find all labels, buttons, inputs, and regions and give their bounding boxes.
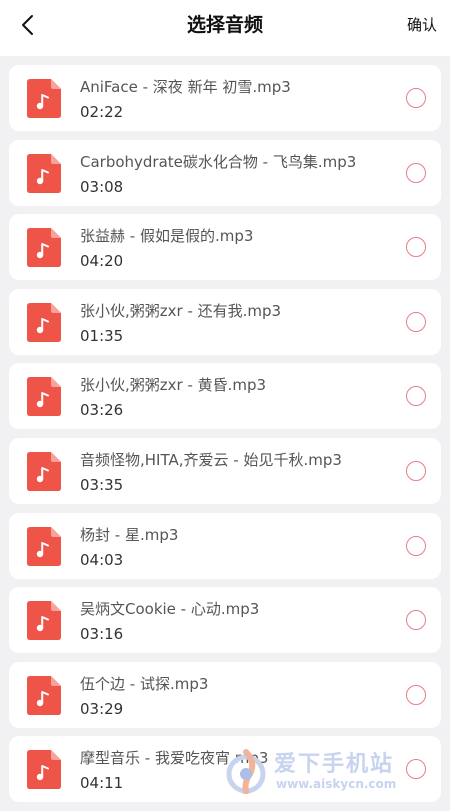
audio-list: AniFace - 深夜 新年 初雪.mp3 02:22 Carbohydrat… bbox=[9, 65, 441, 811]
radio-unchecked-icon[interactable] bbox=[406, 311, 426, 332]
audio-duration: 04:11 bbox=[80, 774, 124, 793]
audio-list-item[interactable]: 张小伙,粥粥zxr - 黄昏.mp3 03:26 bbox=[9, 363, 441, 430]
audio-file-name: 张小伙,粥粥zxr - 黄昏.mp3 bbox=[80, 376, 267, 395]
audio-list-item[interactable]: 张小伙,粥粥zxr - 还有我.mp3 01:35 bbox=[9, 288, 441, 355]
music-file-icon bbox=[27, 377, 61, 417]
audio-file-name: Carbohydrate碳水化合物 - 飞鸟集.mp3 bbox=[80, 152, 357, 171]
audio-list-item[interactable]: 杨封 - 星.mp3 04:03 bbox=[9, 512, 441, 579]
audio-duration: 03:16 bbox=[80, 625, 124, 644]
confirm-button[interactable]: 确认 bbox=[407, 0, 437, 50]
audio-list-item[interactable]: 音频怪物,HITA,齐爱云 - 始见千秋.mp3 03:35 bbox=[9, 437, 441, 504]
radio-unchecked-icon[interactable] bbox=[406, 162, 426, 183]
radio-unchecked-icon[interactable] bbox=[406, 237, 426, 258]
music-file-icon bbox=[27, 750, 61, 790]
music-file-icon bbox=[27, 526, 61, 566]
audio-duration: 03:35 bbox=[80, 475, 124, 494]
music-file-icon bbox=[27, 675, 61, 715]
audio-file-name: 吴炳文Cookie - 心动.mp3 bbox=[80, 600, 260, 619]
audio-file-name: 杨封 - 星.mp3 bbox=[80, 525, 179, 544]
audio-duration: 04:03 bbox=[80, 550, 124, 569]
audio-duration: 01:35 bbox=[80, 326, 124, 345]
music-file-icon bbox=[27, 601, 61, 641]
site-watermark: 爱下手机站 www.aiskycn.com bbox=[222, 746, 442, 798]
audio-duration: 03:29 bbox=[80, 699, 124, 718]
audio-list-item[interactable]: Carbohydrate碳水化合物 - 飞鸟集.mp3 03:08 bbox=[9, 139, 441, 206]
radio-unchecked-icon[interactable] bbox=[406, 684, 426, 705]
radio-unchecked-icon[interactable] bbox=[406, 535, 426, 556]
page-title: 选择音频 bbox=[186, 14, 263, 36]
top-bar: 选择音频 确认 bbox=[0, 0, 450, 56]
audio-list-item[interactable]: AniFace - 深夜 新年 初雪.mp3 02:22 bbox=[9, 65, 441, 131]
music-file-icon bbox=[27, 451, 61, 491]
radio-unchecked-icon[interactable] bbox=[406, 88, 426, 108]
audio-duration: 03:26 bbox=[80, 401, 124, 420]
music-file-icon bbox=[27, 153, 61, 193]
audio-file-name: 伍个边 - 试探.mp3 bbox=[80, 674, 209, 693]
audio-list-item[interactable]: 张益赫 - 假如是假的.mp3 04:20 bbox=[9, 214, 441, 281]
radio-unchecked-icon[interactable] bbox=[406, 460, 426, 481]
audio-list-item[interactable]: 伍个边 - 试探.mp3 03:29 bbox=[9, 661, 441, 728]
watermark-title: 爱下手机站 bbox=[274, 752, 395, 777]
audio-duration: 02:22 bbox=[80, 103, 124, 121]
radio-unchecked-icon[interactable] bbox=[406, 386, 426, 407]
music-file-icon bbox=[27, 79, 61, 118]
audio-duration: 03:08 bbox=[80, 177, 124, 196]
audio-list-item[interactable]: 吴炳文Cookie - 心动.mp3 03:16 bbox=[9, 587, 441, 654]
audio-file-name: AniFace - 深夜 新年 初雪.mp3 bbox=[80, 78, 291, 96]
radio-unchecked-icon[interactable] bbox=[406, 610, 426, 631]
music-file-icon bbox=[27, 302, 61, 342]
audio-file-name: 张小伙,粥粥zxr - 还有我.mp3 bbox=[80, 301, 282, 320]
watermark-url: www.aiskycn.com bbox=[276, 777, 397, 791]
audio-file-name: 音频怪物,HITA,齐爱云 - 始见千秋.mp3 bbox=[80, 450, 342, 469]
music-file-icon bbox=[27, 228, 61, 268]
watermark-logo-icon bbox=[226, 749, 266, 794]
audio-file-name: 张益赫 - 假如是假的.mp3 bbox=[80, 227, 254, 246]
audio-duration: 04:20 bbox=[80, 252, 124, 271]
